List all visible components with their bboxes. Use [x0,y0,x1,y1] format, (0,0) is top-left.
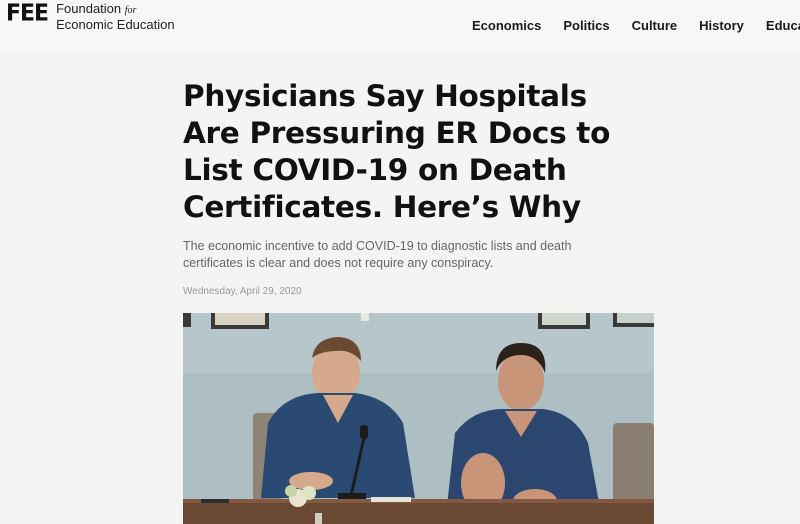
photo-illustration [183,313,654,524]
fee-logo[interactable]: FEE Foundation for Economic Education [6,0,175,32]
logo-for: for [124,5,137,16]
article-subtitle: The economic incentive to add COVID-19 t… [183,239,572,270]
nav-education[interactable]: Educa [766,18,800,33]
logo-line2: Economic Education [56,17,175,32]
nav-politics[interactable]: Politics [563,18,609,33]
article-title: Physicians Say Hospitals Are Pressuring … [183,79,611,224]
article-date: Wednesday, April 29, 2020 [183,286,302,297]
main-nav: Economics Politics Culture History Educa [472,18,800,33]
site-header: FEE Foundation for Economic Education Ec… [0,0,800,52]
logo-mark: FEE [6,0,49,27]
article-photo[interactable] [183,313,654,524]
logo-line1: Foundation [56,1,122,16]
nav-history[interactable]: History [699,18,744,33]
logo-text: Foundation for Economic Education [56,2,175,32]
nav-economics[interactable]: Economics [472,18,541,33]
nav-culture[interactable]: Culture [632,18,678,33]
